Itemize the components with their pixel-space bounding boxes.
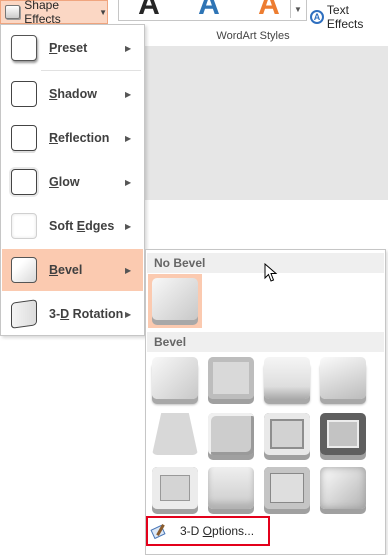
- shadow-icon: [11, 81, 37, 107]
- reflection-icon: [11, 125, 37, 151]
- bevel-swatch-riblet[interactable]: [204, 463, 258, 517]
- wordart-style-1[interactable]: A: [119, 0, 179, 14]
- 3d-rotation-icon: [11, 299, 37, 329]
- bevel-swatch-soft-round[interactable]: [204, 409, 258, 463]
- shape-effects-icon: [5, 5, 21, 19]
- wordart-styles-group-label: WordArt Styles: [216, 30, 290, 42]
- bevel-swatch-convex[interactable]: [260, 409, 314, 463]
- bevel-icon: [11, 257, 37, 283]
- shape-effects-button[interactable]: Shape Effects ▼: [0, 0, 108, 26]
- menu-item-soft-edges[interactable]: Soft Edges ▶: [2, 205, 143, 247]
- bevel-swatch-angle[interactable]: [148, 409, 202, 463]
- menu-item-3d-rotation[interactable]: 3-D Rotation ▶: [2, 293, 143, 335]
- bevel-swatch-art-deco[interactable]: [316, 463, 370, 517]
- wordart-style-2[interactable]: A: [179, 0, 239, 14]
- wordart-gallery[interactable]: A A A: [118, 0, 307, 21]
- bevel-preview: [208, 357, 254, 399]
- gallery-more-icon[interactable]: ▼: [290, 0, 305, 18]
- glow-icon: [11, 169, 37, 195]
- format-shape-icon: [150, 524, 166, 538]
- shape-effects-label: Shape Effects: [24, 0, 61, 26]
- divider: [41, 70, 141, 71]
- chevron-right-icon: ▶: [125, 43, 132, 53]
- bevel-preview: [264, 357, 310, 399]
- menu-item-label: 3-D Rotation: [49, 307, 124, 321]
- soft-edges-icon: [11, 213, 37, 239]
- mouse-cursor-icon: [264, 263, 278, 282]
- menu-item-label: Soft Edges: [49, 219, 115, 233]
- menu-item-label: Glow: [49, 175, 80, 189]
- preset-icon: [11, 35, 37, 61]
- chevron-down-icon: ▼: [99, 7, 107, 17]
- chevron-right-icon: ▶: [125, 177, 132, 187]
- menu-item-label: Bevel: [49, 263, 83, 277]
- chevron-right-icon: ▶: [125, 221, 132, 231]
- text-effects-icon: A: [310, 10, 324, 24]
- menu-item-glow[interactable]: Glow ▶: [2, 161, 143, 203]
- chevron-right-icon: ▶: [125, 89, 132, 99]
- menu-item-preset[interactable]: Preset ▶: [2, 27, 143, 69]
- bevel-preview: [320, 413, 366, 455]
- bevel-preview: [152, 413, 198, 455]
- text-effects-label: Text Effects: [326, 3, 364, 31]
- bevel-preview: [208, 467, 254, 509]
- menu-item-label: Shadow: [49, 87, 97, 101]
- menu-item-label: Preset: [49, 41, 88, 55]
- bevel-swatch-divot[interactable]: [148, 463, 202, 517]
- chevron-right-icon: ▶: [125, 133, 132, 143]
- menu-item-bevel[interactable]: Bevel ▶: [2, 249, 143, 291]
- text-effects-button[interactable]: A Text Effects: [310, 3, 388, 31]
- bevel-header: Bevel: [147, 332, 384, 352]
- 3d-options-label: 3-D Options...: [180, 524, 255, 538]
- bevel-preview: [264, 467, 310, 509]
- menu-item-label: Reflection: [49, 131, 110, 145]
- bevel-swatch-relaxed-inset[interactable]: [204, 353, 258, 407]
- bevel-preview: [320, 357, 366, 399]
- shape-effects-menu: Preset ▶ Shadow ▶ Reflection ▶ Glow ▶ So…: [0, 24, 145, 336]
- bevel-swatch-cool-slant[interactable]: [316, 353, 370, 407]
- 3d-options-button[interactable]: 3-D Options...: [146, 516, 270, 546]
- bevel-none-preview: [152, 278, 198, 320]
- chevron-right-icon: ▶: [125, 265, 132, 275]
- bevel-swatch-circle[interactable]: [148, 353, 202, 407]
- menu-item-reflection[interactable]: Reflection ▶: [2, 117, 143, 159]
- bevel-swatch-slope[interactable]: [316, 409, 370, 463]
- bevel-preview: [208, 413, 254, 455]
- bevel-preview: [152, 357, 198, 399]
- bevel-preview: [320, 467, 366, 509]
- bevel-none-swatch[interactable]: [148, 274, 202, 328]
- menu-item-shadow[interactable]: Shadow ▶: [2, 73, 143, 115]
- bevel-submenu: No Bevel Bevel 3-D Options...: [145, 249, 386, 555]
- bevel-preview: [264, 413, 310, 455]
- bevel-swatch-cross[interactable]: [260, 353, 314, 407]
- chevron-right-icon: ▶: [125, 309, 132, 319]
- bevel-swatch-hard-edge[interactable]: [260, 463, 314, 517]
- bevel-preview: [152, 467, 198, 509]
